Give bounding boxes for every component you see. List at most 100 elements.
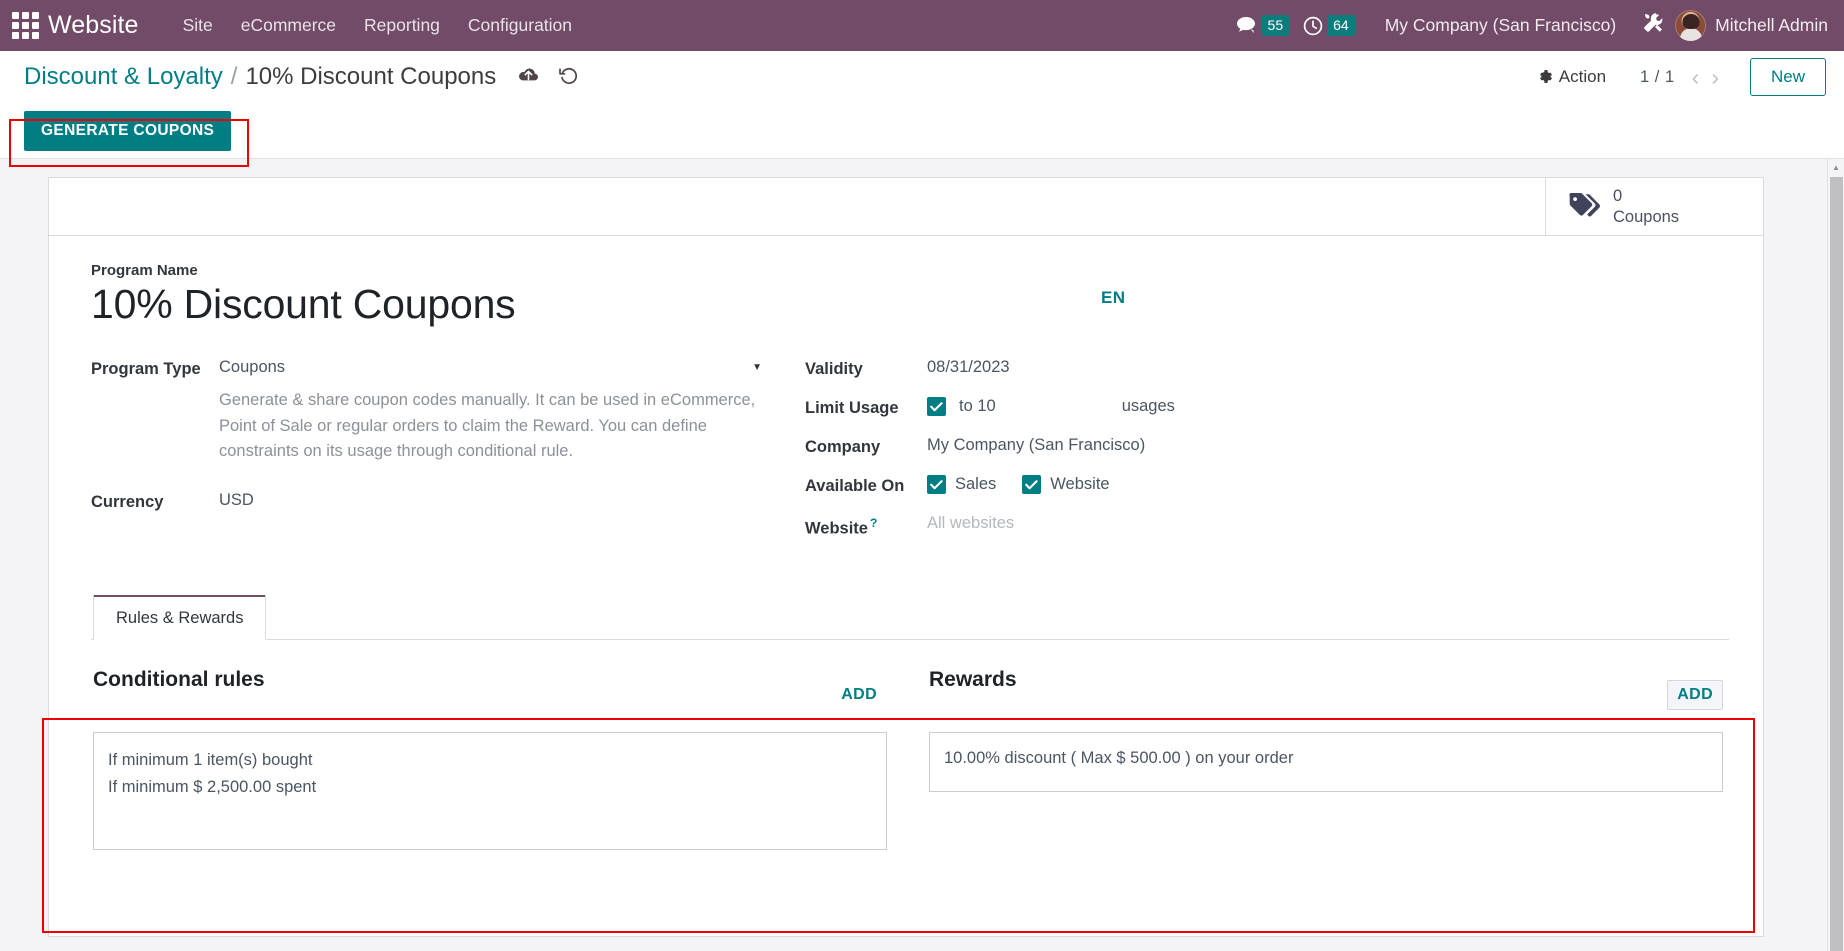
notebook-tab-headers: Rules & Rewards: [91, 594, 1729, 640]
conditional-rules-title: Conditional rules: [93, 667, 265, 691]
cloud-upload-icon[interactable]: [518, 67, 539, 88]
gear-icon: [1536, 67, 1552, 88]
top-navbar: Website Site eCommerce Reporting Configu…: [0, 0, 1844, 51]
list-item[interactable]: If minimum $ 2,500.00 spent: [94, 774, 886, 801]
menu-ecommerce[interactable]: eCommerce: [227, 9, 350, 42]
control-panel-right: Action 1 / 1 ‹ › New: [1526, 58, 1826, 96]
field-website: Website? All websites: [805, 514, 1729, 539]
tools-icon[interactable]: [1642, 11, 1665, 40]
notebook-page-rules-rewards: Conditional rules ADD If minimum 1 item(…: [91, 640, 1729, 850]
tab-rules-and-rewards[interactable]: Rules & Rewards: [93, 594, 267, 640]
sales-checkbox[interactable]: [927, 475, 946, 495]
company-switcher[interactable]: My Company (San Francisco): [1385, 15, 1616, 36]
chevron-down-icon: ▼: [752, 361, 762, 373]
app-brand-website[interactable]: Website: [48, 11, 139, 40]
rewards-section: Rewards ADD 10.00% discount ( Max $ 500.…: [929, 666, 1723, 850]
control-panel: Discount & Loyalty / 10% Discount Coupon…: [0, 51, 1844, 159]
website-input[interactable]: All websites: [927, 514, 1014, 532]
user-name: Mitchell Admin: [1715, 15, 1828, 35]
activities-button[interactable]: 64: [1303, 15, 1355, 36]
limit-usage-suffix: usages: [1121, 397, 1175, 416]
user-menu[interactable]: Mitchell Admin: [1675, 10, 1828, 41]
chevron-left-icon[interactable]: ‹: [1687, 65, 1705, 89]
field-limit-usage: Limit Usage to 10 usages: [805, 397, 1729, 418]
field-program-type: Program Type Coupons ▼ Generate & share …: [91, 358, 803, 465]
coupons-stat-label: Coupons: [1613, 207, 1680, 226]
activities-count: 64: [1327, 15, 1355, 36]
apps-grid-icon[interactable]: [8, 9, 42, 43]
record-save-discard-group: [518, 66, 579, 89]
website-label: Website: [805, 519, 868, 538]
menu-reporting[interactable]: Reporting: [350, 9, 454, 42]
field-available-on: Available On Sales Website: [805, 475, 1729, 496]
tags-icon: [1568, 192, 1600, 222]
limit-usage-label: Limit Usage: [805, 399, 899, 418]
add-reward-button[interactable]: ADD: [1667, 679, 1723, 710]
field-currency: Currency USD: [91, 491, 803, 512]
coupons-stat-value: 0: [1613, 187, 1623, 206]
form-column-left: Program Type Coupons ▼ Generate & share …: [91, 358, 803, 557]
comment-icon: [1236, 17, 1258, 34]
list-item[interactable]: If minimum 1 item(s) bought: [94, 747, 886, 774]
available-on-sales[interactable]: Sales: [927, 475, 997, 495]
notebook: Rules & Rewards Conditional rules ADD If…: [91, 594, 1729, 850]
undo-discard-icon[interactable]: [559, 66, 579, 89]
action-menu-label: Action: [1558, 67, 1607, 86]
form-column-right: Validity 08/31/2023 Limit Usage to 10 us…: [803, 358, 1729, 557]
program-name-label: Program Name: [91, 262, 198, 279]
pager-arrows: ‹ ›: [1687, 65, 1724, 89]
control-panel-top-row: Discount & Loyalty / 10% Discount Coupon…: [24, 51, 1826, 103]
validity-label: Validity: [805, 360, 863, 379]
scrollbar-thumb[interactable]: [1830, 177, 1843, 951]
rewards-title: Rewards: [929, 667, 1017, 691]
currency-value[interactable]: USD: [219, 491, 803, 510]
messages-button[interactable]: 55: [1236, 15, 1290, 36]
form-columns: Program Type Coupons ▼ Generate & share …: [91, 358, 1729, 557]
menu-site[interactable]: Site: [169, 9, 227, 42]
available-on-label: Available On: [805, 477, 905, 496]
company-label: Company: [805, 438, 881, 457]
rewards-list: 10.00% discount ( Max $ 500.00 ) on your…: [929, 731, 1723, 792]
add-conditional-rule-button[interactable]: ADD: [831, 680, 887, 710]
generate-coupons-button[interactable]: GENERATE COUPONS: [24, 110, 232, 151]
vertical-scrollbar[interactable]: ▲: [1827, 159, 1844, 951]
breadcrumb-current: 10% Discount Coupons: [245, 63, 497, 90]
validity-value[interactable]: 08/31/2023: [927, 358, 1729, 377]
breadcrumb-separator: /: [230, 63, 238, 90]
website-checkbox-label: Website: [1050, 475, 1110, 494]
conditional-rules-list: If minimum 1 item(s) bought If minimum $…: [93, 731, 887, 850]
form-view-content: 0 Coupons Program Name 10% Discount Coup…: [0, 159, 1844, 951]
available-on-website[interactable]: Website: [1022, 475, 1110, 495]
new-button[interactable]: New: [1749, 58, 1826, 96]
field-company: Company My Company (San Francisco): [805, 436, 1729, 457]
program-type-label: Program Type: [91, 360, 201, 379]
program-type-select[interactable]: Coupons ▼: [219, 358, 762, 379]
breadcrumb-parent[interactable]: Discount & Loyalty: [24, 63, 223, 91]
limit-usage-value[interactable]: to 10: [959, 397, 996, 416]
clock-icon: [1303, 16, 1323, 36]
record-pager[interactable]: 1 / 1: [1640, 68, 1675, 87]
currency-label: Currency: [91, 492, 164, 511]
scrollbar-up-arrow-icon[interactable]: ▲: [1828, 159, 1844, 176]
program-type-help-text: Generate & share coupon codes manually. …: [219, 391, 756, 461]
program-name-input[interactable]: 10% Discount Coupons: [91, 281, 1729, 328]
avatar: [1675, 10, 1707, 41]
help-tooltip-icon[interactable]: ?: [870, 516, 877, 530]
website-checkbox[interactable]: [1022, 475, 1042, 495]
form-body: Program Name 10% Discount Coupons EN Pro…: [49, 236, 1763, 850]
language-badge-en[interactable]: EN: [1101, 288, 1125, 308]
company-value[interactable]: My Company (San Francisco): [927, 436, 1729, 455]
limit-usage-checkbox[interactable]: [927, 397, 946, 417]
title-block: Program Name 10% Discount Coupons EN: [91, 262, 1729, 328]
action-menu-button[interactable]: Action: [1526, 63, 1616, 92]
stat-button-box: 0 Coupons: [49, 178, 1763, 236]
coupons-stat-button[interactable]: 0 Coupons: [1545, 178, 1763, 235]
menu-configuration[interactable]: Configuration: [454, 9, 586, 42]
breadcrumb: Discount & Loyalty / 10% Discount Coupon…: [24, 63, 579, 91]
control-panel-button-row: GENERATE COUPONS: [24, 103, 1826, 158]
list-item[interactable]: 10.00% discount ( Max $ 500.00 ) on your…: [930, 745, 1722, 772]
coupons-stat-text: 0 Coupons: [1613, 186, 1679, 226]
sales-label: Sales: [955, 475, 997, 494]
messages-count: 55: [1261, 15, 1290, 36]
chevron-right-icon[interactable]: ›: [1706, 65, 1724, 89]
